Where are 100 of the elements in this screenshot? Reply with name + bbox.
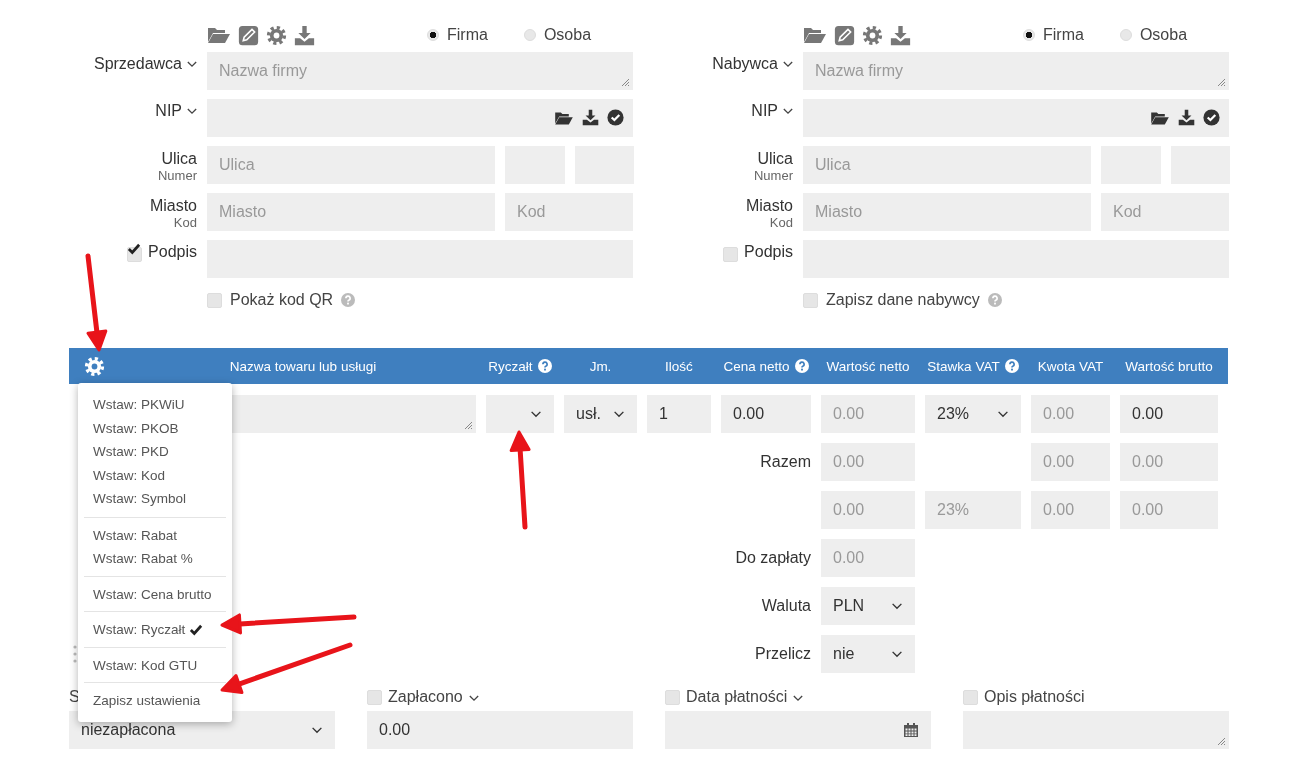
option-checkbox[interactable] — [207, 292, 222, 308]
menu-item[interactable]: Wstaw: Ryczałt — [84, 618, 226, 642]
column-header: Nazwa towaru lub usługi — [229, 358, 377, 374]
chevron-down-icon[interactable] — [891, 650, 903, 658]
gear-icon[interactable] — [862, 24, 883, 46]
postcode-field[interactable]: Kod — [505, 193, 633, 231]
download-icon[interactable] — [582, 109, 599, 126]
folder-icon[interactable] — [554, 109, 574, 126]
paid-amount-field[interactable]: 0.00 — [367, 711, 633, 749]
gear-icon[interactable] — [266, 24, 287, 46]
chevron-down-icon[interactable] — [783, 61, 793, 68]
download-icon[interactable] — [1178, 109, 1195, 126]
convert-select[interactable]: nie — [821, 635, 915, 673]
currency-select[interactable]: PLN — [821, 587, 915, 625]
drag-handle-icon[interactable] — [73, 644, 77, 664]
column-header: Cena netto — [723, 358, 790, 374]
column-header: Wartość brutto — [1125, 358, 1213, 374]
chevron-down-icon[interactable] — [793, 694, 804, 702]
chevron-down-icon[interactable] — [613, 410, 625, 418]
nip-field[interactable] — [207, 99, 633, 137]
help-icon[interactable] — [794, 359, 809, 373]
column-header: Jm. — [589, 358, 612, 374]
postcode-label: Kod — [173, 215, 197, 231]
paid-label[interactable]: Zapłacono — [388, 688, 463, 706]
city-field[interactable]: Miasto — [207, 193, 495, 231]
edit-icon[interactable] — [834, 24, 855, 46]
net-price-field[interactable]: 0.00 — [721, 395, 811, 433]
signature-label: Podpis — [744, 243, 793, 261]
description-checkbox[interactable] — [963, 689, 978, 705]
nip-label[interactable]: NIP — [751, 102, 778, 120]
street-field[interactable]: Ulica — [207, 146, 495, 184]
folder-icon[interactable] — [1150, 109, 1170, 126]
city-label: Miasto — [149, 197, 197, 215]
column-header: Wartość netto — [826, 358, 910, 374]
description-field[interactable] — [963, 711, 1229, 749]
menu-item[interactable]: Wstaw: Rabat — [84, 523, 226, 547]
to-pay-label: Do zapłaty — [734, 548, 811, 568]
due-date-checkbox[interactable] — [665, 689, 680, 705]
vat-rate-select[interactable]: 23% — [925, 395, 1021, 433]
street-label: Ulica — [161, 150, 197, 168]
type-radio[interactable]: Firma — [427, 26, 488, 44]
option-label: Pokaż kod QR — [230, 291, 334, 309]
resize-grip-icon[interactable] — [620, 77, 630, 87]
chevron-down-icon[interactable] — [530, 410, 542, 418]
menu-item[interactable]: Zapisz ustawienia — [84, 689, 226, 713]
menu-item[interactable]: Wstaw: PKD — [84, 440, 226, 464]
chevron-down-icon[interactable] — [468, 694, 479, 702]
menu-item[interactable]: Wstaw: Rabat % — [84, 547, 226, 571]
help-icon[interactable] — [537, 359, 552, 373]
menu-item[interactable]: Wstaw: PKWiU — [84, 393, 226, 417]
quantity-field[interactable]: 1 — [647, 395, 711, 433]
menu-item[interactable]: Wstaw: Kod — [84, 463, 226, 487]
party-label[interactable]: Nabywca — [712, 55, 778, 73]
column-header: Ilość — [665, 358, 693, 374]
name-field[interactable]: Nazwa firmy — [207, 52, 633, 90]
paid-checkbox[interactable] — [367, 689, 382, 705]
due-date-label[interactable]: Data płatności — [686, 688, 788, 706]
chevron-down-icon[interactable] — [187, 108, 197, 115]
type-radio[interactable]: Firma — [1023, 26, 1084, 44]
chevron-down-icon[interactable] — [997, 410, 1009, 418]
gross-value-field[interactable]: 0.00 — [1120, 395, 1218, 433]
chevron-down-icon[interactable] — [187, 61, 197, 68]
edit-icon[interactable] — [238, 24, 259, 46]
menu-item[interactable]: Wstaw: PKOB — [84, 416, 226, 440]
unit-select[interactable]: usł. — [564, 395, 637, 433]
chevron-down-icon[interactable] — [311, 726, 323, 734]
currency-label: Waluta — [760, 596, 811, 616]
number-label: Numer — [754, 168, 793, 184]
help-icon[interactable] — [1004, 359, 1019, 373]
nip-label[interactable]: NIP — [155, 102, 182, 120]
postcode-label: Kod — [769, 215, 793, 231]
menu-item[interactable]: Wstaw: Cena brutto — [84, 582, 226, 606]
resize-grip-icon[interactable] — [1216, 736, 1226, 746]
menu-item[interactable]: Wstaw: Symbol — [84, 487, 226, 511]
resize-grip-icon[interactable] — [1216, 77, 1226, 87]
check-circle-icon[interactable] — [607, 109, 624, 126]
chevron-down-icon[interactable] — [891, 602, 903, 610]
nip-field[interactable] — [803, 99, 1229, 137]
checkmark-icon — [189, 623, 204, 636]
due-date-field[interactable] — [665, 711, 931, 749]
column-header: Stawka VAT — [927, 358, 1000, 374]
party-label[interactable]: Sprzedawca — [93, 55, 182, 73]
option-checkbox[interactable] — [803, 292, 818, 308]
chevron-down-icon[interactable] — [783, 108, 793, 115]
street-field[interactable]: Ulica — [803, 146, 1091, 184]
signature-checkbox[interactable] — [723, 247, 739, 262]
description-label: Opis płatności — [984, 688, 1085, 706]
column-header: Ryczałt — [488, 358, 533, 374]
column-header: Kwota VAT — [1037, 358, 1104, 374]
name-field[interactable]: Nazwa firmy — [803, 52, 1229, 90]
calendar-icon[interactable] — [903, 722, 919, 738]
total-label: Razem — [759, 452, 811, 472]
menu-item[interactable]: Wstaw: Kod GTU — [84, 653, 226, 677]
postcode-field[interactable]: Kod — [1101, 193, 1229, 231]
type-radio[interactable]: Osoba — [523, 26, 592, 44]
type-radio[interactable]: Osoba — [1119, 26, 1188, 44]
resize-grip-icon[interactable] — [463, 420, 473, 430]
check-circle-icon[interactable] — [1203, 109, 1220, 126]
city-field[interactable]: Miasto — [803, 193, 1091, 231]
settings-icon[interactable] — [84, 355, 105, 377]
